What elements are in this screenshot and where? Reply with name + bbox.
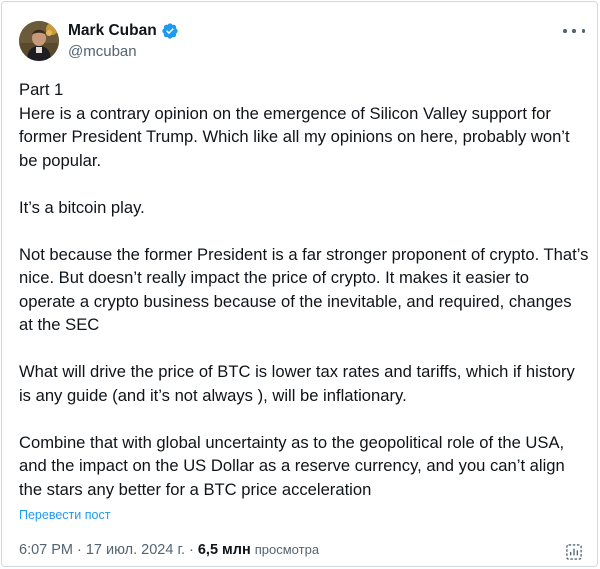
tweet-text: Part 1 Here is a contrary opinion on the… [19,78,589,501]
meta-separator: · [189,542,194,558]
tweet-paragraph: Part 1 [19,80,64,99]
author-name[interactable]: Mark Cuban [68,22,157,40]
avatar-photo [19,21,59,61]
tweet-card: Mark Cuban @mcuban Part 1 Here is a cont… [1,1,598,567]
avatar[interactable] [19,21,59,61]
verified-badge-icon [162,23,178,39]
author-name-row[interactable]: Mark Cuban [68,22,179,40]
tweet-date[interactable]: 17 июл. 2024 г. [86,542,185,558]
views-label: просмотра [254,542,320,557]
tweet-time[interactable]: 6:07 PM [19,542,73,558]
tweet-paragraph: Combine that with global uncertainty as … [19,432,565,499]
translate-post-link[interactable]: Перевести пост [19,508,110,522]
views-count: 6,5 млн [197,542,251,558]
tweet-paragraph: Here is a contrary opinion on the emerge… [19,103,570,170]
tweet-paragraph: What will drive the price of BTC is lowe… [19,362,575,405]
more-options-icon[interactable] [563,24,585,38]
tweet-paragraph: It’s a bitcoin play. [19,197,145,217]
author-handle[interactable]: @mcuban [68,43,137,60]
analytics-icon[interactable] [564,542,584,562]
meta-separator: · [77,542,82,558]
tweet-paragraph: Not because the former President is a fa… [19,244,589,335]
tweet-meta: 6:07 PM · 17 июл. 2024 г. · 6,5 млн прос… [19,542,319,558]
